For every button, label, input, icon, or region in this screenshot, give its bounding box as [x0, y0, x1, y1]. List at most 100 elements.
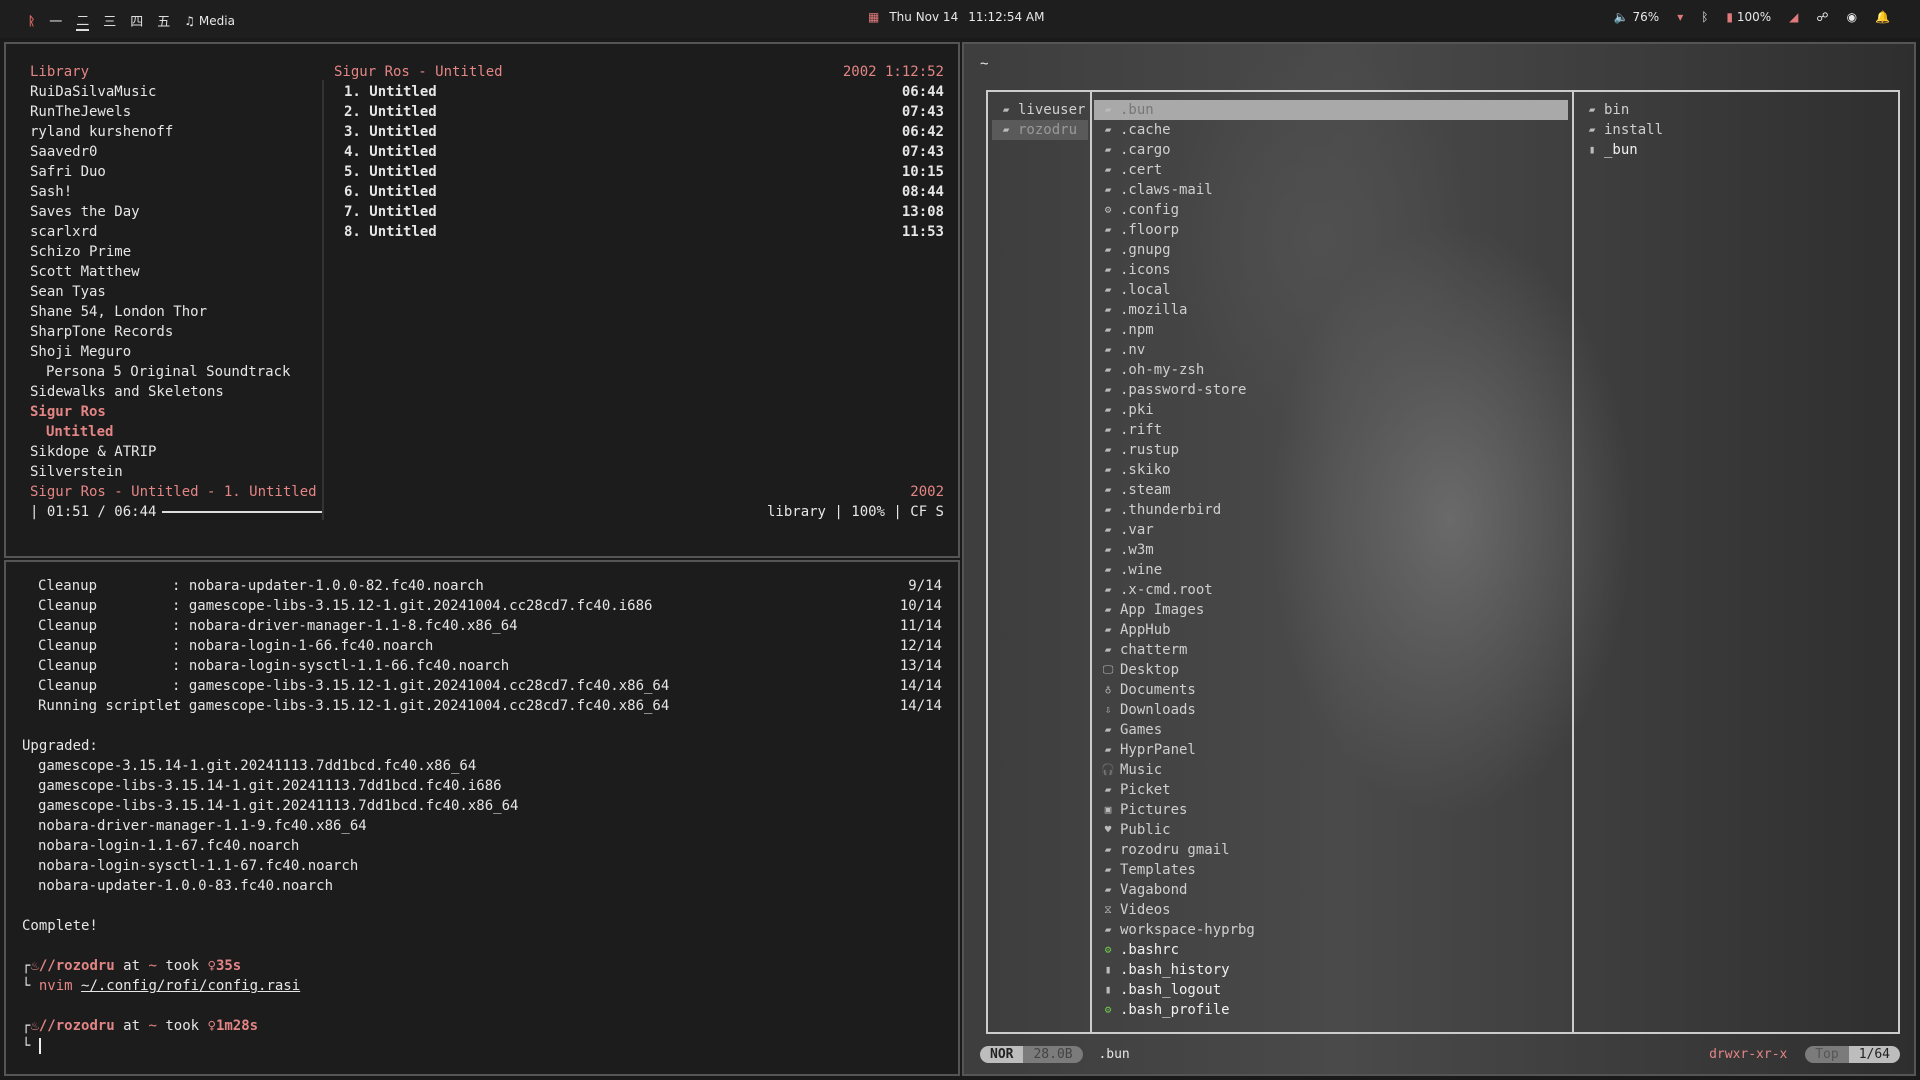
- wifi-icon[interactable]: ▾: [1677, 10, 1683, 24]
- file-entry[interactable]: 🎧 Music: [1094, 760, 1568, 780]
- workspace-2[interactable]: 二: [76, 10, 90, 31]
- progress-bar[interactable]: [162, 511, 323, 513]
- notification-bell-icon[interactable]: 🔔: [1875, 10, 1890, 24]
- file-entry[interactable]: ▮ _bun: [1578, 140, 1894, 160]
- track-row[interactable]: 7. Untitled 13:08: [334, 202, 944, 222]
- media-widget[interactable]: ♫ Media: [184, 14, 235, 28]
- file-entry[interactable]: ▰ chatterm: [1094, 640, 1568, 660]
- file-entry[interactable]: ▰ rozodru gmail: [1094, 840, 1568, 860]
- file-entry[interactable]: ⚙ .bashrc: [1094, 940, 1568, 960]
- file-entry[interactable]: ▰ .cache: [1094, 120, 1568, 140]
- file-entry[interactable]: ⧖ Videos: [1094, 900, 1568, 920]
- file-entry[interactable]: ▰ .password-store: [1094, 380, 1568, 400]
- library-artist-item[interactable]: Scott Matthew: [30, 262, 320, 282]
- parent-entry[interactable]: ▰ rozodru: [992, 120, 1088, 140]
- file-entry[interactable]: ▰ App Images: [1094, 600, 1568, 620]
- track-row[interactable]: 2. Untitled 07:43: [334, 102, 944, 122]
- file-entry[interactable]: ▰ workspace-hyprbg: [1094, 920, 1568, 940]
- bluetooth-icon[interactable]: ᛒ: [1701, 10, 1708, 24]
- track-row[interactable]: 6. Untitled 08:44: [334, 182, 944, 202]
- library-artist-item[interactable]: Silverstein: [30, 462, 320, 482]
- distro-logo-icon[interactable]: ᚱ: [28, 14, 35, 28]
- track-row[interactable]: 5. Untitled 10:15: [334, 162, 944, 182]
- workspace-4[interactable]: 四: [130, 11, 143, 30]
- file-entry[interactable]: ▰ install: [1578, 120, 1894, 140]
- file-entry[interactable]: ▰ Templates: [1094, 860, 1568, 880]
- file-entry[interactable]: ▣ Pictures: [1094, 800, 1568, 820]
- file-entry[interactable]: ⚙ .bash_profile: [1094, 1000, 1568, 1020]
- library-artist-item[interactable]: scarlxrd: [30, 222, 320, 242]
- input-line[interactable]: └: [22, 1036, 942, 1056]
- file-entry[interactable]: ♥ Public: [1094, 820, 1568, 840]
- library-artist-item[interactable]: RuiDaSilvaMusic: [30, 82, 320, 102]
- file-entry[interactable]: ▰ .steam: [1094, 480, 1568, 500]
- file-entry[interactable]: ▰ .skiko: [1094, 460, 1568, 480]
- file-entry[interactable]: ▰ .cert: [1094, 160, 1568, 180]
- file-entry[interactable]: ▰ AppHub: [1094, 620, 1568, 640]
- library-artist-item[interactable]: Shane 54, London Thor: [30, 302, 320, 322]
- file-entry[interactable]: 🖵 Desktop: [1094, 660, 1568, 680]
- file-entry[interactable]: ⚙ .config: [1094, 200, 1568, 220]
- parent-entry[interactable]: ▰ liveuser: [992, 100, 1088, 120]
- library-album-item[interactable]: Persona 5 Original Soundtrack: [30, 362, 320, 382]
- file-entry[interactable]: ▰ Picket: [1094, 780, 1568, 800]
- file-entry[interactable]: ▰ .var: [1094, 520, 1568, 540]
- file-entry[interactable]: ▰ .mozilla: [1094, 300, 1568, 320]
- file-entry[interactable]: ▰ .thunderbird: [1094, 500, 1568, 520]
- file-entry[interactable]: ▰ .floorp: [1094, 220, 1568, 240]
- music-player-pane[interactable]: Library RuiDaSilvaMusic RunTheJewels rylan…: [4, 42, 960, 558]
- library-artist-item[interactable]: Shoji Meguro: [30, 342, 320, 362]
- file-manager-pane[interactable]: ~ ▰ liveuser ▰ rozodru ▰ .bun ▰ .cache ▰ .cargo ▰…: [962, 42, 1916, 1076]
- file-entry[interactable]: ▰ .wine: [1094, 560, 1568, 580]
- file-entry[interactable]: ▮ .bash_history: [1094, 960, 1568, 980]
- file-entry[interactable]: ▰ .pki: [1094, 400, 1568, 420]
- file-entry[interactable]: ▰ .oh-my-zsh: [1094, 360, 1568, 380]
- file-entry[interactable]: ▰ .gnupg: [1094, 240, 1568, 260]
- library-artist-item[interactable]: Saavedr0: [30, 142, 320, 162]
- workspace-3[interactable]: 三: [103, 11, 116, 30]
- library-artist-item[interactable]: SharpTone Records: [30, 322, 320, 342]
- library-artist-item[interactable]: ryland kurshenoff: [30, 122, 320, 142]
- library-artist-selected[interactable]: Sigur Ros: [30, 402, 320, 422]
- workspace-1[interactable]: 一: [49, 11, 62, 30]
- track-row[interactable]: 4. Untitled 07:43: [334, 142, 944, 162]
- file-entry[interactable]: ▰ bin: [1578, 100, 1894, 120]
- library-artist-item[interactable]: Sean Tyas: [30, 282, 320, 302]
- file-entry[interactable]: ▰ .rustup: [1094, 440, 1568, 460]
- file-entry[interactable]: ▰ .rift: [1094, 420, 1568, 440]
- file-entry[interactable]: ▮ .bash_logout: [1094, 980, 1568, 1000]
- library-artist-item[interactable]: Sidewalks and Skeletons: [30, 382, 320, 402]
- track-row[interactable]: 8. Untitled 11:53: [334, 222, 944, 242]
- library-artist-item[interactable]: Schizo Prime: [30, 242, 320, 262]
- file-entry[interactable]: ▰ HyprPanel: [1094, 740, 1568, 760]
- library-album-selected[interactable]: Untitled: [30, 422, 320, 442]
- file-entry[interactable]: ▰ .nv: [1094, 340, 1568, 360]
- library-artist-item[interactable]: Sash!: [30, 182, 320, 202]
- library-artist-item[interactable]: Sikdope & ATRIP: [30, 442, 320, 462]
- file-entry[interactable]: ▰ .bun: [1094, 100, 1568, 120]
- file-entry[interactable]: ▰ .cargo: [1094, 140, 1568, 160]
- file-entry[interactable]: ▰ .local: [1094, 280, 1568, 300]
- library-artist-item[interactable]: RunTheJewels: [30, 102, 320, 122]
- library-artist-item[interactable]: Saves the Day: [30, 202, 320, 222]
- library-artist-item[interactable]: Safri Duo: [30, 162, 320, 182]
- file-entry[interactable]: ⇩ Downloads: [1094, 700, 1568, 720]
- clock-widget[interactable]: ▦ Thu Nov 14 11:12:54 AM: [868, 10, 1044, 24]
- volume-widget[interactable]: 🔈 76%: [1614, 10, 1659, 24]
- workspace-5[interactable]: 五: [157, 11, 170, 30]
- file-entry[interactable]: ▰ Games: [1094, 720, 1568, 740]
- command-path[interactable]: ~/.config/rofi/config.rasi: [81, 978, 300, 994]
- track-row[interactable]: 1. Untitled 06:44: [334, 82, 944, 102]
- file-entry[interactable]: ▰ .x-cmd.root: [1094, 580, 1568, 600]
- battery-widget[interactable]: ▮ 100%: [1726, 10, 1771, 24]
- file-entry[interactable]: ▰ .claws-mail: [1094, 180, 1568, 200]
- track-row[interactable]: 3. Untitled 06:42: [334, 122, 944, 142]
- tray-app-icon[interactable]: ◢: [1789, 10, 1798, 24]
- steam-icon[interactable]: ◉: [1847, 10, 1857, 24]
- file-entry[interactable]: ▰ .w3m: [1094, 540, 1568, 560]
- file-entry[interactable]: ▰ Vagabond: [1094, 880, 1568, 900]
- file-entry[interactable]: ▰ .icons: [1094, 260, 1568, 280]
- tray-network-icon[interactable]: ☍: [1816, 10, 1828, 24]
- terminal-pane[interactable]: Cleanup: nobara-updater-1.0.0-82.fc40.no…: [4, 560, 960, 1076]
- file-entry[interactable]: ▰ .npm: [1094, 320, 1568, 340]
